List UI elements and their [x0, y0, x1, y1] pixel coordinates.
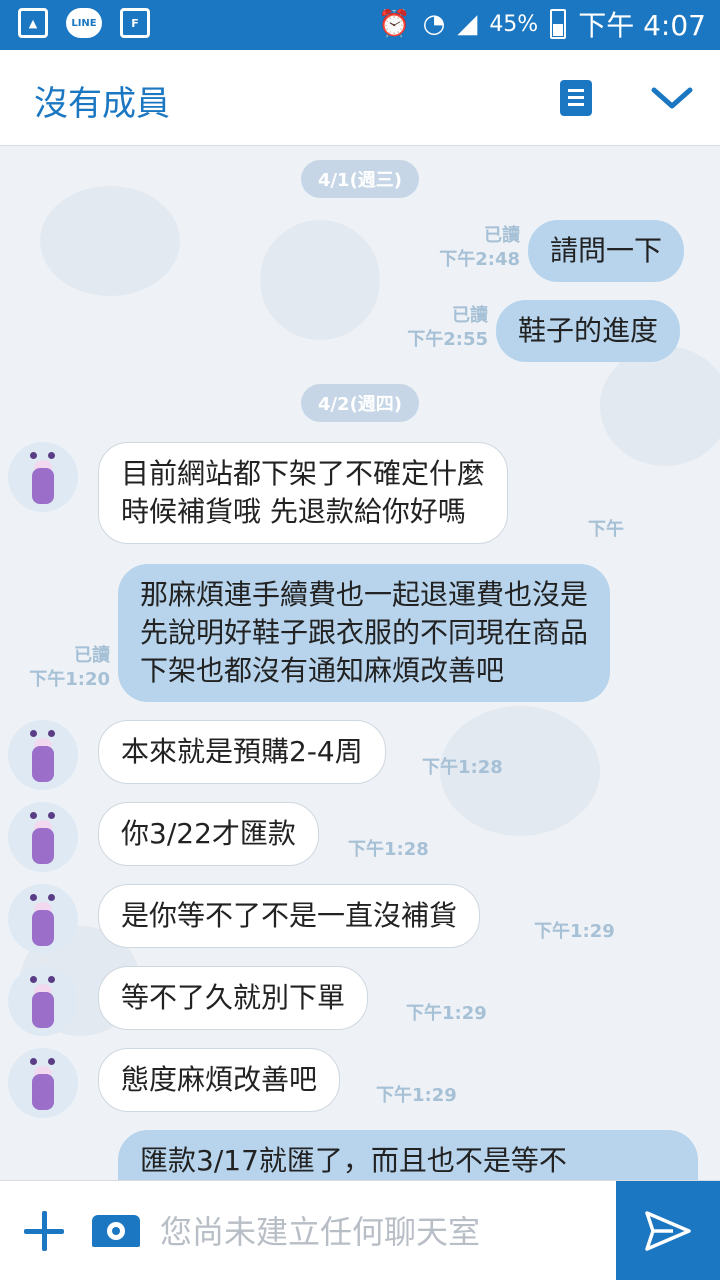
battery-icon	[550, 9, 567, 39]
contact-avatar[interactable]	[8, 442, 78, 512]
read-receipt: 已讀	[74, 645, 110, 666]
message-time: 下午1:29	[406, 1003, 487, 1024]
message-meta: 已讀 下午2:55	[370, 304, 488, 352]
message-meta: 已讀 下午1:20	[8, 644, 110, 692]
their-message-bubble[interactable]: 是你等不了不是一直沒補貨	[98, 884, 481, 948]
my-message-bubble[interactable]: 鞋子的進度	[496, 300, 681, 362]
chevron-down-icon[interactable]	[650, 82, 694, 112]
background-monster-decoration	[260, 220, 380, 340]
their-message-bubble[interactable]: 本來就是預購2-4周	[98, 720, 386, 784]
alarm-icon: ⏰	[378, 9, 411, 39]
their-message-bubble[interactable]: 等不了久就別下單	[98, 966, 369, 1030]
message-time: 下午1:28	[348, 839, 429, 860]
read-receipt: 已讀	[452, 305, 488, 326]
chat-header: 沒有成員	[0, 50, 720, 146]
my-message-bubble[interactable]: 請問一下	[528, 220, 685, 282]
chat-title: 沒有成員	[34, 84, 170, 124]
chat-area[interactable]: 4/1(週三) 已讀 下午2:48 請問一下 已讀 下午2:55 鞋子的進度 4…	[0, 146, 720, 1180]
signal-icon: ◢	[457, 9, 478, 39]
plus-icon[interactable]	[24, 1211, 64, 1251]
contact-avatar[interactable]	[8, 720, 78, 790]
send-button[interactable]	[616, 1181, 720, 1280]
message-time: 下午2:55	[407, 329, 488, 350]
message-meta: 已讀 下午2:48	[400, 224, 520, 272]
read-receipt: 已讀	[484, 225, 520, 246]
message-input[interactable]	[160, 1209, 600, 1255]
contact-avatar[interactable]	[8, 966, 78, 1036]
message-time: 下午2:48	[439, 249, 520, 270]
message-time: 下午1:29	[376, 1085, 457, 1106]
contact-avatar[interactable]	[8, 802, 78, 872]
message-input-bar	[0, 1180, 720, 1280]
line-app-icon: LINE	[66, 8, 102, 38]
battery-percent: 45%	[489, 11, 539, 37]
message-time: 下午1:28	[422, 757, 503, 778]
date-separator: 4/1(週三)	[301, 160, 419, 198]
message-time: 下午	[588, 519, 624, 540]
wifi-icon: ◔	[422, 9, 446, 39]
their-message-bubble[interactable]: 你3/22才匯款	[98, 802, 319, 866]
date-separator: 4/2(週四)	[301, 384, 419, 422]
contact-avatar[interactable]	[8, 884, 78, 954]
notes-button[interactable]	[560, 80, 592, 116]
message-time: 下午1:29	[534, 921, 615, 942]
sticker-icon[interactable]	[92, 1215, 140, 1247]
message-time: 下午1:20	[29, 669, 110, 690]
their-message-bubble[interactable]: 目前網站都下架了不確定什麼 時候補貨哦 先退款給你好嗎	[98, 442, 509, 544]
gallery-icon: ▲	[18, 8, 48, 38]
background-monster-decoration	[600, 346, 720, 466]
status-bar: ▲ LINE F ⏰ ◔ ◢ 45% 下午 4:07	[0, 0, 720, 50]
their-message-bubble[interactable]: 態度麻煩改善吧	[98, 1048, 341, 1112]
system-indicators: ⏰ ◔ ◢ 45% 下午 4:07	[378, 4, 706, 44]
flipboard-icon: F	[120, 8, 150, 38]
my-message-bubble[interactable]: 匯款3/17就匯了，而且也不是等不	[118, 1130, 698, 1180]
background-monster-decoration	[40, 186, 180, 296]
notification-icons: ▲ LINE F	[18, 8, 150, 38]
contact-avatar[interactable]	[8, 1048, 78, 1118]
my-message-bubble[interactable]: 那麻煩連手續費也一起退運費也沒是 先說明好鞋子跟衣服的不同現在商品 下架也都沒有…	[118, 564, 611, 702]
send-icon	[645, 1211, 691, 1251]
clock: 下午 4:07	[578, 9, 706, 42]
